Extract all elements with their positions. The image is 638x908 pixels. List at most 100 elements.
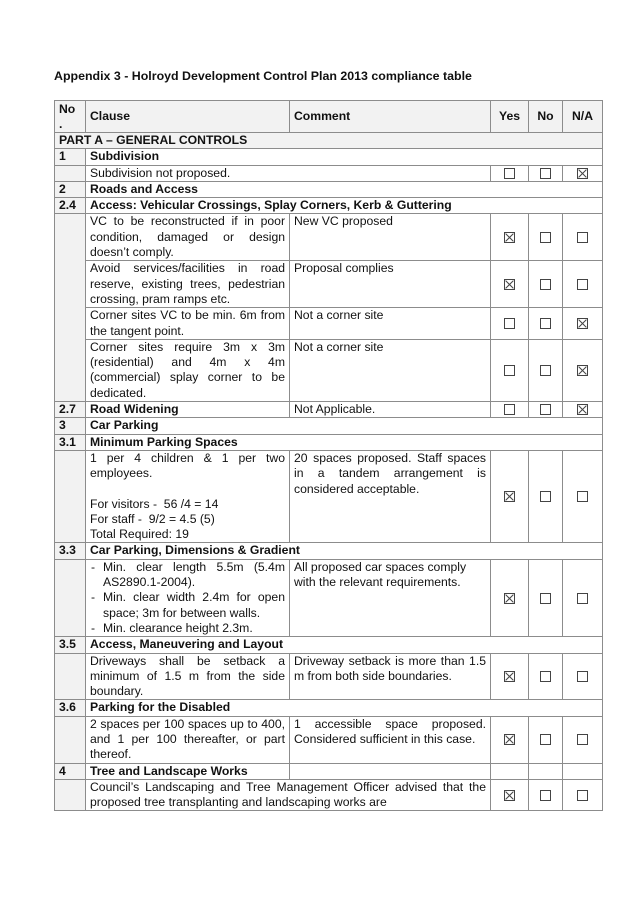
na-checkbox[interactable]: [577, 365, 588, 377]
table-row: VC to be reconstructed if in poor condit…: [54, 213, 603, 403]
table-row: Council’s Landscaping and Tree Managemen…: [54, 778, 603, 811]
section-row: 1 Subdivision: [54, 148, 603, 166]
section-row: 2 Roads and Access: [54, 180, 603, 199]
yes-checkbox[interactable]: [504, 232, 515, 244]
comment-cell: New VC proposed: [289, 213, 491, 262]
requirement-list: Min. clear length 5.5m (5.4m AS2890.1-20…: [90, 560, 285, 637]
table-row: 1 per 4 children & 1 per two employees. …: [54, 449, 603, 544]
no-checkbox[interactable]: [540, 167, 551, 179]
no-checkbox[interactable]: [540, 734, 551, 746]
clause-line: Total Required: 19: [90, 527, 189, 542]
section-row: 4 Tree and Landscape Works: [54, 762, 603, 780]
header-na: N/A: [562, 100, 603, 133]
na-checkbox[interactable]: [577, 491, 588, 503]
na-checkbox[interactable]: [577, 404, 588, 416]
na-checkbox[interactable]: [577, 789, 588, 801]
section-heading: Access: Vehicular Crossings, Splay Corne…: [85, 197, 603, 215]
section-number: 2: [54, 180, 86, 199]
section-number: 3.6: [54, 699, 86, 717]
section-number: 2.4: [54, 197, 86, 215]
na-checkbox[interactable]: [577, 278, 588, 290]
section-heading: Access, Maneuvering and Layout: [85, 636, 603, 654]
no-checkbox[interactable]: [540, 789, 551, 801]
section-number: 4: [54, 762, 86, 780]
no-checkbox[interactable]: [540, 318, 551, 330]
header-clause: Clause: [85, 100, 290, 133]
header-yes: Yes: [490, 100, 529, 133]
part-a-heading: PART A – GENERAL CONTROLS: [54, 131, 603, 150]
clause-line: 1 per 4 children & 1 per two employees.: [90, 450, 285, 481]
section-row: 3 Car Parking: [54, 417, 603, 435]
yes-checkbox[interactable]: [504, 318, 515, 330]
list-item: Min. clear width 2.4m for open space; 3m…: [90, 590, 285, 621]
na-checkbox[interactable]: [577, 734, 588, 746]
header-comment: Comment: [289, 100, 491, 133]
no-checkbox[interactable]: [540, 671, 551, 683]
clause-cell: 2 spaces per 100 spaces up to 400, and 1…: [85, 715, 290, 764]
yes-checkbox[interactable]: [504, 365, 515, 377]
yes-checkbox[interactable]: [504, 734, 515, 746]
table-row: 2.7 Road Widening Not Applicable.: [54, 401, 603, 419]
section-number: 2.7: [54, 401, 86, 419]
table-row: Corner sites VC to be min. 6m from the t…: [55, 307, 603, 340]
na-checkbox[interactable]: [577, 232, 588, 244]
comment-cell: Driveway setback is more than 1.5 m from…: [289, 652, 491, 701]
yes-checkbox[interactable]: [504, 592, 515, 604]
clause-cell: Subdivision not proposed.: [85, 164, 491, 182]
no-checkbox[interactable]: [540, 278, 551, 290]
no-checkbox[interactable]: [540, 232, 551, 244]
no-checkbox[interactable]: [540, 365, 551, 377]
na-checkbox[interactable]: [577, 671, 588, 683]
comment-cell: Not Applicable.: [289, 401, 491, 419]
section-number: 3.3: [54, 542, 86, 560]
no-checkbox[interactable]: [540, 491, 551, 503]
section-number: 3: [54, 417, 86, 435]
section-row: 3.5 Access, Maneuvering and Layout: [54, 636, 603, 654]
yes-checkbox[interactable]: [504, 671, 515, 683]
table-row: Avoid services/facilities in road reserv…: [55, 260, 603, 309]
na-checkbox[interactable]: [577, 167, 588, 179]
comment-cell: All proposed car spaces comply with the …: [289, 558, 491, 638]
header-no: No .: [54, 100, 86, 133]
section-number: 3.1: [54, 433, 86, 451]
yes-checkbox[interactable]: [504, 404, 515, 416]
na-checkbox[interactable]: [577, 592, 588, 604]
section-row: 3.1 Minimum Parking Spaces: [54, 433, 603, 451]
clause-line: For staff - 9/2 = 4.5 (5): [90, 511, 215, 526]
table-row: Subdivision not proposed.: [54, 164, 603, 182]
document-title: Appendix 3 - Holroyd Development Control…: [54, 69, 472, 83]
yes-checkbox[interactable]: [504, 491, 515, 503]
clause-line: For visitors - 56 /4 = 14: [90, 496, 219, 511]
table-row: Corner sites require 3m x 3m (residentia…: [55, 338, 603, 403]
yes-checkbox[interactable]: [504, 789, 515, 801]
part-heading-row: PART A – GENERAL CONTROLS: [54, 131, 603, 150]
clause-cell: VC to be reconstructed if in poor condit…: [85, 213, 290, 262]
section-row: 3.3 Car Parking, Dimensions & Gradient: [54, 542, 603, 560]
clause-cell: Min. clear length 5.5m (5.4m AS2890.1-20…: [85, 558, 290, 638]
header-no-col: No: [528, 100, 563, 133]
clause-cell: Avoid services/facilities in road reserv…: [85, 260, 290, 309]
table-row: 2 spaces per 100 spaces up to 400, and 1…: [54, 715, 603, 764]
section-heading: Roads and Access: [85, 180, 603, 199]
table-row: Min. clear length 5.5m (5.4m AS2890.1-20…: [54, 558, 603, 638]
table-row: Driveways shall be setback a minimum of …: [54, 652, 603, 701]
section-heading: Subdivision: [85, 148, 603, 166]
yes-checkbox[interactable]: [504, 278, 515, 290]
clause-cell: 1 per 4 children & 1 per two employees. …: [85, 449, 290, 544]
comment-cell: Proposal complies: [289, 260, 491, 309]
clause-cell: Corner sites require 3m x 3m (residentia…: [85, 338, 290, 403]
no-checkbox[interactable]: [540, 404, 551, 416]
comment-cell: 20 spaces proposed. Staff spaces in a ta…: [289, 449, 491, 544]
section-heading: Minimum Parking Spaces: [85, 433, 603, 451]
section-heading: Parking for the Disabled: [85, 699, 603, 717]
no-checkbox[interactable]: [540, 592, 551, 604]
section-row: 2.4 Access: Vehicular Crossings, Splay C…: [54, 197, 603, 215]
table-header-row: No . Clause Comment Yes No N/A: [54, 100, 603, 133]
section-row: 3.6 Parking for the Disabled: [54, 699, 603, 717]
na-checkbox[interactable]: [577, 318, 588, 330]
section-heading: Road Widening: [85, 401, 290, 419]
yes-checkbox[interactable]: [504, 167, 515, 179]
section-heading: Car Parking, Dimensions & Gradient: [85, 542, 603, 560]
section-heading: Tree and Landscape Works: [85, 762, 290, 780]
clause-cell: Council’s Landscaping and Tree Managemen…: [90, 779, 486, 810]
